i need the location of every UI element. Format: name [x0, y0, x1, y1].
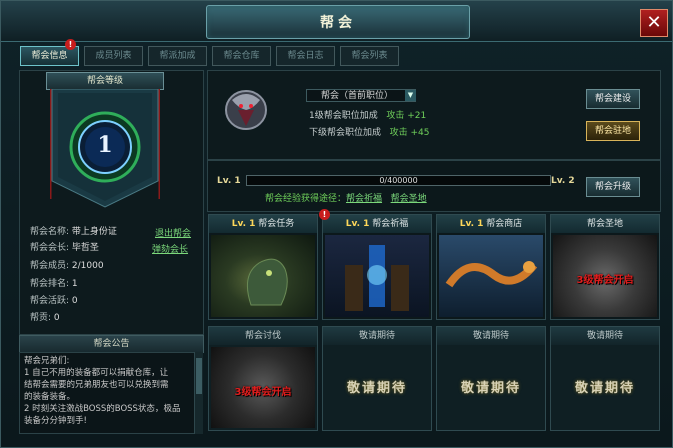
card-guild-shop[interactable]: Lv. 1 帮会商店 — [436, 214, 546, 320]
info-value: 1 — [71, 279, 78, 289]
tab-alert-badge: ! — [65, 39, 76, 50]
info-key: 帮会活跃: — [30, 296, 70, 306]
guild-build-button[interactable]: 帮会建设 — [586, 89, 640, 109]
tab-guild-list[interactable]: 帮会列表 — [340, 46, 399, 66]
tab-member-list[interactable]: 成员列表 — [84, 46, 143, 66]
card-header: 敬请期待 — [323, 327, 431, 345]
card-coming-soon-1[interactable]: 敬请期待 敬请期待 — [322, 326, 432, 431]
info-value: 毕哲圣 — [71, 243, 99, 253]
card-level: Lv. 1 — [345, 219, 370, 229]
window-title: 帮会 — [206, 5, 470, 39]
crusade-locked-text: 3级帮会开启 — [234, 387, 292, 398]
info-value: 2/1000 — [71, 261, 104, 271]
position-select[interactable]: 帮会（首前职位） — [306, 89, 416, 102]
card-header: 帮会圣地 — [551, 215, 659, 233]
bonus-current: 1级帮会职位加成 攻击 +21 — [309, 110, 426, 123]
info-key: 帮会成员: — [30, 261, 70, 271]
card-guild-task[interactable]: Lv. 1 帮会任务 — [208, 214, 318, 320]
info-value: 0 — [53, 313, 60, 323]
exp-routes: 帮会经验获得途径：帮会祈福 帮会圣地 — [265, 191, 427, 204]
card-title: 敬请期待 — [358, 331, 395, 341]
card-title: 帮会商店 — [486, 219, 523, 229]
guild-upgrade-button[interactable]: 帮会升级 — [586, 177, 640, 197]
guild-task-image — [211, 235, 315, 317]
routes-prefix: 帮会经验获得途径： — [265, 194, 347, 204]
card-header: 帮会讨伐 — [209, 327, 317, 345]
tab-guild-log[interactable]: 帮会日志 — [276, 46, 335, 66]
card-header: Lv. 1 帮会祈福 — [323, 215, 431, 233]
info-value: 带上身份证 — [71, 227, 117, 237]
route-pray-link[interactable]: 帮会祈福 — [346, 194, 382, 204]
info-guild-activity: 帮会活跃: 0 — [30, 294, 78, 308]
coming-soon-text: 敬请期待 — [574, 381, 635, 396]
close-button[interactable]: ✕ — [640, 9, 668, 37]
card-header: 敬请期待 — [551, 327, 659, 345]
card-title: 敬请期待 — [472, 331, 509, 341]
notice-text[interactable]: 帮会兄弟们: 1 自己不用的装备都可以捐献仓库，让 结帮会需要的兄弟朋友也可以兑… — [19, 352, 195, 434]
notice-title: 帮会公告 — [19, 335, 204, 353]
current-level-label: Lv. 1 — [217, 176, 241, 186]
card-header: Lv. 1 帮会任务 — [209, 215, 317, 233]
notice-line: 的装备装备。 — [24, 392, 76, 402]
bonus-value: 攻击 +21 — [386, 111, 427, 121]
notice-scrollbar[interactable] — [194, 352, 203, 434]
info-contribution: 帮贡: 0 — [30, 311, 60, 325]
card-title: 帮会任务 — [258, 219, 295, 229]
position-panel — [207, 70, 661, 160]
card-level: Lv. 1 — [459, 219, 484, 229]
chevron-down-icon[interactable]: ▼ — [405, 90, 416, 101]
info-key: 帮会名称: — [30, 227, 70, 237]
coming-soon-text: 敬请期待 — [460, 381, 521, 396]
info-guild-name: 帮会名称: 带上身份证 — [30, 225, 117, 239]
card-guild-crusade[interactable]: 帮会讨伐 3级帮会开启 — [208, 326, 318, 431]
bonus-label: 下级帮会职位加成 — [309, 128, 382, 138]
guild-level-number: 1 — [97, 132, 113, 158]
card-coming-soon-3[interactable]: 敬请期待 敬请期待 — [550, 326, 660, 431]
info-value: 0 — [71, 296, 78, 306]
tab-guild-warehouse[interactable]: 帮会仓库 — [212, 46, 271, 66]
card-header: 敬请期待 — [437, 327, 545, 345]
bonus-value: 攻击 +45 — [389, 128, 430, 138]
guild-shop-image — [439, 235, 543, 317]
info-key: 帮贡: — [30, 313, 52, 323]
guild-emblem-icon — [225, 90, 267, 130]
pray-alert-badge: ! — [319, 209, 330, 220]
card-level: Lv. 1 — [231, 219, 256, 229]
coming-soon-text: 敬请期待 — [346, 381, 407, 396]
notice-line: 结帮会需要的兄弟朋友也可以兑换到需 — [24, 380, 169, 390]
notice-line: 装备分分钟到手! — [24, 416, 87, 426]
notice-line: 帮会兄弟们: — [24, 356, 70, 366]
card-header: Lv. 1 帮会商店 — [437, 215, 545, 233]
card-title: 敬请期待 — [586, 331, 623, 341]
info-guild-rank: 帮会排名: 1 — [30, 277, 78, 291]
info-key: 帮会排名: — [30, 279, 70, 289]
info-guild-leader: 帮会会长: 毕哲圣 — [30, 241, 99, 255]
exp-progress-bar: 0/400000 — [246, 175, 551, 186]
guild-pray-image — [325, 235, 429, 317]
info-guild-members: 帮会成员: 2/1000 — [30, 259, 104, 273]
card-title: 帮会祈福 — [372, 219, 409, 229]
scrollbar-thumb[interactable] — [196, 358, 202, 394]
guild-home-button[interactable]: 帮会驻地 — [586, 121, 640, 141]
notice-line: 1 自己不用的装备都可以捐献仓库，让 — [24, 368, 169, 378]
impeach-leader-link[interactable]: 弹劾会长 — [152, 242, 188, 255]
bonus-label: 1级帮会职位加成 — [309, 111, 378, 121]
bonus-next: 下级帮会职位加成 攻击 +45 — [309, 127, 429, 140]
card-guild-pray[interactable]: Lv. 1 帮会祈福 — [322, 214, 432, 320]
banner-title: 帮会等级 — [46, 72, 164, 90]
card-guild-holyland[interactable]: 帮会圣地 3级帮会开启 — [550, 214, 660, 320]
title-bar[interactable]: 帮会 ✕ — [1, 1, 672, 42]
quit-guild-link[interactable]: 退出帮会 — [155, 226, 191, 239]
holyland-locked-text: 3级帮会开启 — [576, 275, 634, 286]
card-title: 帮会圣地 — [586, 219, 623, 229]
exp-progress-text: 0/400000 — [379, 176, 418, 185]
next-level-label: Lv. 2 — [551, 176, 575, 186]
tab-guild-bonus[interactable]: 帮派加成 — [148, 46, 207, 66]
card-title: 帮会讨伐 — [244, 331, 281, 341]
info-key: 帮会会长: — [30, 243, 70, 253]
card-coming-soon-2[interactable]: 敬请期待 敬请期待 — [436, 326, 546, 431]
route-holyland-link[interactable]: 帮会圣地 — [391, 194, 427, 204]
notice-line: 2 时刻关注激战BOSS的BOSS状态，极品 — [24, 404, 181, 414]
